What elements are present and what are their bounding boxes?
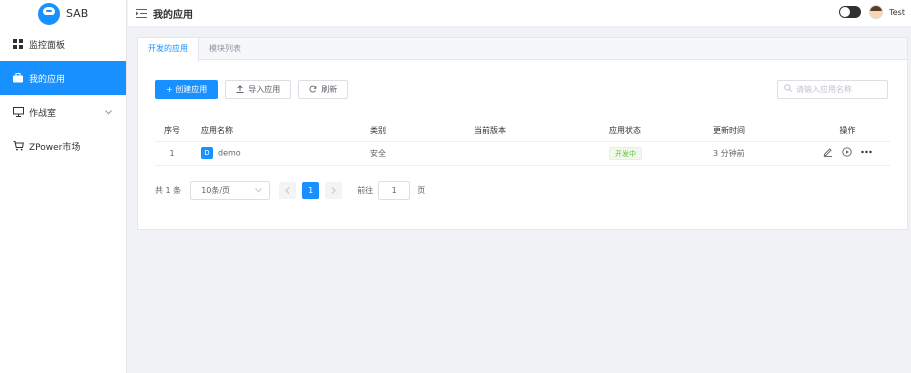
pagination-total: 共 1 条 (155, 186, 182, 195)
column-header-category: 类别 (370, 121, 474, 142)
apps-table: 序号 应用名称 类别 当前版本 应用状态 更新时间 操作 1 Ddemo 安全 … (155, 121, 890, 166)
row-app-name-cell[interactable]: Ddemo (189, 141, 370, 166)
import-app-button[interactable]: 导入应用 (225, 80, 292, 99)
row-actions (805, 141, 890, 166)
main-card: 开发的应用 模块列表 + 创建应用 导入应用 刷新 序号 应用名称 类 (137, 37, 908, 230)
sidebar-item-zpower-market[interactable]: ZPower市场 (0, 129, 126, 163)
upload-icon (236, 84, 244, 95)
page-title: 我的应用 (153, 9, 193, 21)
column-header-version: 当前版本 (474, 121, 609, 142)
search-input[interactable] (796, 85, 886, 94)
sidebar-item-label: 我的应用 (29, 74, 66, 85)
sidebar-item-dashboard[interactable]: 监控面板 (0, 27, 126, 61)
monitor-icon (12, 106, 24, 118)
sidebar-item-my-apps[interactable]: 我的应用 (0, 61, 126, 95)
page-number-button[interactable]: 1 (302, 182, 320, 199)
sidebar-item-war-room[interactable]: 作战室 (0, 95, 126, 129)
dashboard-icon (12, 38, 24, 50)
avatar[interactable] (869, 5, 884, 19)
row-version (474, 141, 609, 166)
page-size-select[interactable]: 10条/页 (190, 181, 271, 200)
tab-module-list[interactable]: 模块列表 (199, 38, 251, 60)
sidebar: SAB 监控面板 我的应用 作战室 ZPower市场 (0, 0, 127, 373)
sidebar-item-label: 监控面板 (29, 40, 66, 51)
column-header-updated: 更新时间 (713, 121, 805, 142)
page-size-value: 10条/页 (201, 186, 231, 195)
table-row[interactable]: 1 Ddemo 安全 开发中 3 分钟前 (155, 141, 890, 166)
sidebar-menu: 监控面板 我的应用 作战室 ZPower市场 (0, 27, 126, 163)
header-right: Test (839, 5, 905, 19)
app-logo[interactable]: SAB (0, 0, 126, 27)
sidebar-item-label: 作战室 (29, 108, 57, 119)
briefcase-icon (12, 72, 24, 84)
goto-page-input[interactable]: 1 (378, 181, 411, 200)
menu-fold-icon[interactable] (136, 8, 147, 18)
refresh-button[interactable]: 刷新 (298, 80, 349, 99)
toolbar: + 创建应用 导入应用 刷新 (155, 80, 355, 99)
row-status-cell: 开发中 (609, 141, 713, 166)
import-app-label: 导入应用 (248, 85, 281, 94)
status-badge: 开发中 (609, 146, 642, 160)
logo-icon (38, 2, 60, 25)
refresh-label: 刷新 (321, 85, 338, 94)
row-app-name[interactable]: demo (218, 149, 241, 158)
search-box[interactable] (777, 80, 888, 99)
column-header-actions: 操作 (805, 121, 890, 142)
app-initial-badge: D (201, 147, 213, 159)
search-icon (784, 84, 792, 95)
chevron-down-icon (255, 186, 263, 195)
top-header: 我的应用 Test (128, 0, 911, 27)
app-name: SAB (66, 7, 89, 20)
row-updated: 3 分钟前 (713, 141, 805, 166)
pagination: 共 1 条 10条/页 1 前往 1 页 (155, 181, 425, 200)
cart-icon (12, 140, 24, 152)
theme-toggle[interactable] (839, 6, 862, 18)
refresh-icon (309, 85, 317, 95)
create-app-button[interactable]: + 创建应用 (155, 80, 219, 99)
page-suffix-label: 页 (417, 186, 426, 195)
user-name[interactable]: Test (889, 8, 905, 17)
edit-icon[interactable] (823, 147, 833, 157)
prev-page-button[interactable] (279, 182, 297, 199)
tab-bar: 开发的应用 模块列表 (138, 38, 907, 61)
row-index: 1 (155, 141, 189, 166)
next-page-button[interactable] (325, 182, 343, 199)
table-header-row: 序号 应用名称 类别 当前版本 应用状态 更新时间 操作 (155, 121, 890, 142)
run-icon[interactable] (842, 147, 852, 157)
column-header-name: 应用名称 (189, 121, 370, 142)
column-header-status: 应用状态 (609, 121, 713, 142)
goto-label: 前往 (357, 186, 374, 195)
row-category: 安全 (370, 141, 474, 166)
chevron-down-icon (105, 108, 112, 117)
tab-developed-apps[interactable]: 开发的应用 (138, 38, 199, 61)
column-header-index: 序号 (155, 121, 189, 142)
sidebar-item-label: ZPower市场 (29, 142, 81, 153)
more-icon[interactable] (861, 150, 872, 154)
